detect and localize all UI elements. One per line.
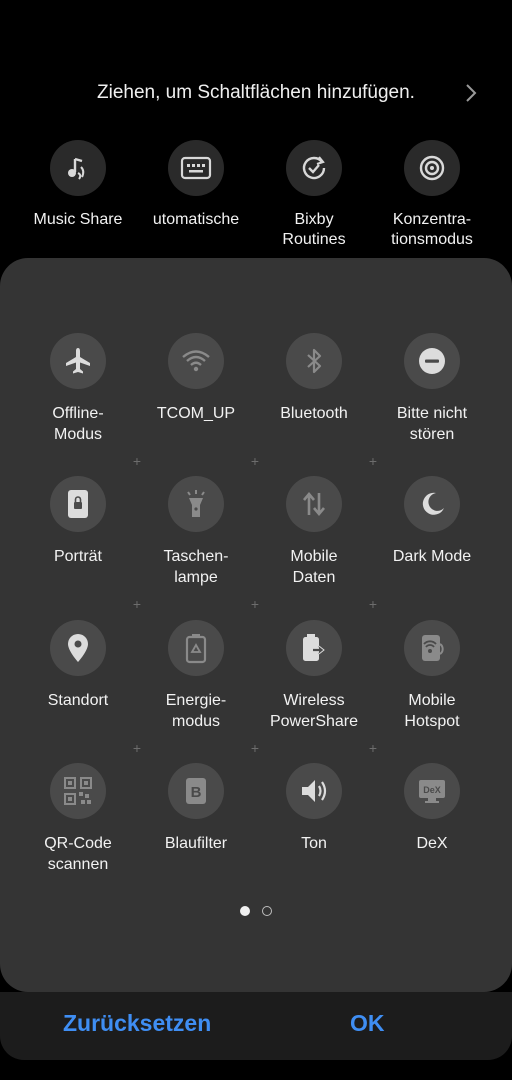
tile-label: Porträt bbox=[53, 548, 102, 565]
battery-recycle-icon bbox=[168, 620, 224, 676]
tile-label: TCOM_UP bbox=[156, 405, 236, 422]
tile-mobile-data[interactable]: Mobile Daten bbox=[255, 476, 373, 588]
ok-button[interactable]: OK bbox=[350, 1010, 385, 1037]
focus-target-icon bbox=[404, 140, 460, 196]
tile-mobile-hotspot[interactable]: Mobile Hotspot bbox=[373, 620, 491, 732]
tile-dex[interactable]: DeX DeX bbox=[373, 763, 491, 854]
do-not-disturb-icon bbox=[404, 333, 460, 389]
plus-separator: + bbox=[132, 740, 142, 756]
reset-button[interactable]: Zurücksetzen bbox=[63, 1010, 211, 1037]
available-tile-music-share[interactable]: Music Share bbox=[19, 140, 137, 250]
tile-location[interactable]: Standort bbox=[19, 620, 137, 711]
mobile-data-icon bbox=[286, 476, 342, 532]
wifi-icon bbox=[168, 333, 224, 389]
speaker-icon bbox=[286, 763, 342, 819]
plus-separator: + bbox=[250, 453, 260, 469]
tile-label: Wireless PowerShare bbox=[269, 692, 359, 730]
available-tile-label: Bixby Routines bbox=[282, 211, 346, 248]
tile-label: Taschen- lampe bbox=[163, 548, 229, 586]
hotspot-icon bbox=[404, 620, 460, 676]
tile-label: Dark Mode bbox=[392, 548, 472, 565]
powershare-icon bbox=[286, 620, 342, 676]
tile-power-mode[interactable]: Energie- modus bbox=[137, 620, 255, 732]
tile-offline-mode[interactable]: Offline- Modus bbox=[19, 333, 137, 445]
tile-wifi[interactable]: TCOM_UP bbox=[137, 333, 255, 424]
tile-dark-mode[interactable]: Dark Mode bbox=[373, 476, 491, 567]
tile-sound[interactable]: Ton bbox=[255, 763, 373, 854]
flashlight-icon bbox=[168, 476, 224, 532]
available-tile-label: Konzentra- tionsmodus bbox=[391, 211, 473, 248]
plus-separator: + bbox=[132, 453, 142, 469]
tile-label: Energie- modus bbox=[165, 692, 227, 730]
tile-portrait[interactable]: Porträt bbox=[19, 476, 137, 567]
tile-label: QR-Code scannen bbox=[44, 835, 112, 873]
tile-bluetooth[interactable]: Bluetooth bbox=[255, 333, 373, 424]
keyboard-icon bbox=[168, 140, 224, 196]
page-indicator-2[interactable] bbox=[262, 906, 272, 916]
tile-label: Offline- Modus bbox=[52, 405, 104, 443]
moon-icon bbox=[404, 476, 460, 532]
dex-icon: DeX bbox=[404, 763, 460, 819]
available-tile-label: utomatische bbox=[152, 211, 240, 228]
tile-label: Bluetooth bbox=[280, 405, 348, 422]
available-tile-label: Music Share bbox=[33, 211, 123, 228]
music-share-icon bbox=[50, 140, 106, 196]
location-pin-icon bbox=[50, 620, 106, 676]
tile-flashlight[interactable]: Taschen- lampe bbox=[137, 476, 255, 588]
svg-text:DeX: DeX bbox=[423, 785, 441, 795]
tile-blue-light-filter[interactable]: B Blaufilter bbox=[137, 763, 255, 854]
portrait-lock-icon bbox=[50, 476, 106, 532]
plus-separator: + bbox=[368, 453, 378, 469]
qr-code-icon bbox=[50, 763, 106, 819]
available-tile-automatic[interactable]: utomatische bbox=[137, 140, 255, 250]
drag-hint-text: Ziehen, um Schaltflächen hinzufügen. bbox=[97, 82, 415, 103]
tile-label: Mobile Daten bbox=[290, 548, 338, 586]
bluetooth-icon bbox=[286, 333, 342, 389]
available-tile-bixby-routines[interactable]: Bixby Routines bbox=[255, 140, 373, 250]
tile-label: Mobile Hotspot bbox=[404, 692, 460, 730]
routines-icon bbox=[286, 140, 342, 196]
plus-separator: + bbox=[368, 740, 378, 756]
tile-label: Ton bbox=[301, 835, 327, 852]
tile-wireless-powershare[interactable]: Wireless PowerShare bbox=[255, 620, 373, 732]
tile-label: Bitte nicht stören bbox=[396, 405, 468, 443]
blue-filter-icon: B bbox=[168, 763, 224, 819]
plus-separator: + bbox=[250, 740, 260, 756]
tile-label: Standort bbox=[47, 692, 109, 709]
tile-label: Blaufilter bbox=[164, 835, 228, 852]
plus-separator: + bbox=[368, 596, 378, 612]
tile-do-not-disturb[interactable]: Bitte nicht stören bbox=[373, 333, 491, 445]
tile-qr-scanner[interactable]: QR-Code scannen bbox=[19, 763, 137, 875]
tile-label: DeX bbox=[416, 835, 448, 852]
plus-separator: + bbox=[132, 596, 142, 612]
svg-text:B: B bbox=[191, 784, 202, 801]
chevron-right-icon[interactable] bbox=[461, 82, 481, 104]
plus-separator: + bbox=[250, 596, 260, 612]
available-tile-focus-mode[interactable]: Konzentra- tionsmodus bbox=[373, 140, 491, 250]
page-indicator-1[interactable] bbox=[240, 906, 250, 916]
airplane-icon bbox=[50, 333, 106, 389]
